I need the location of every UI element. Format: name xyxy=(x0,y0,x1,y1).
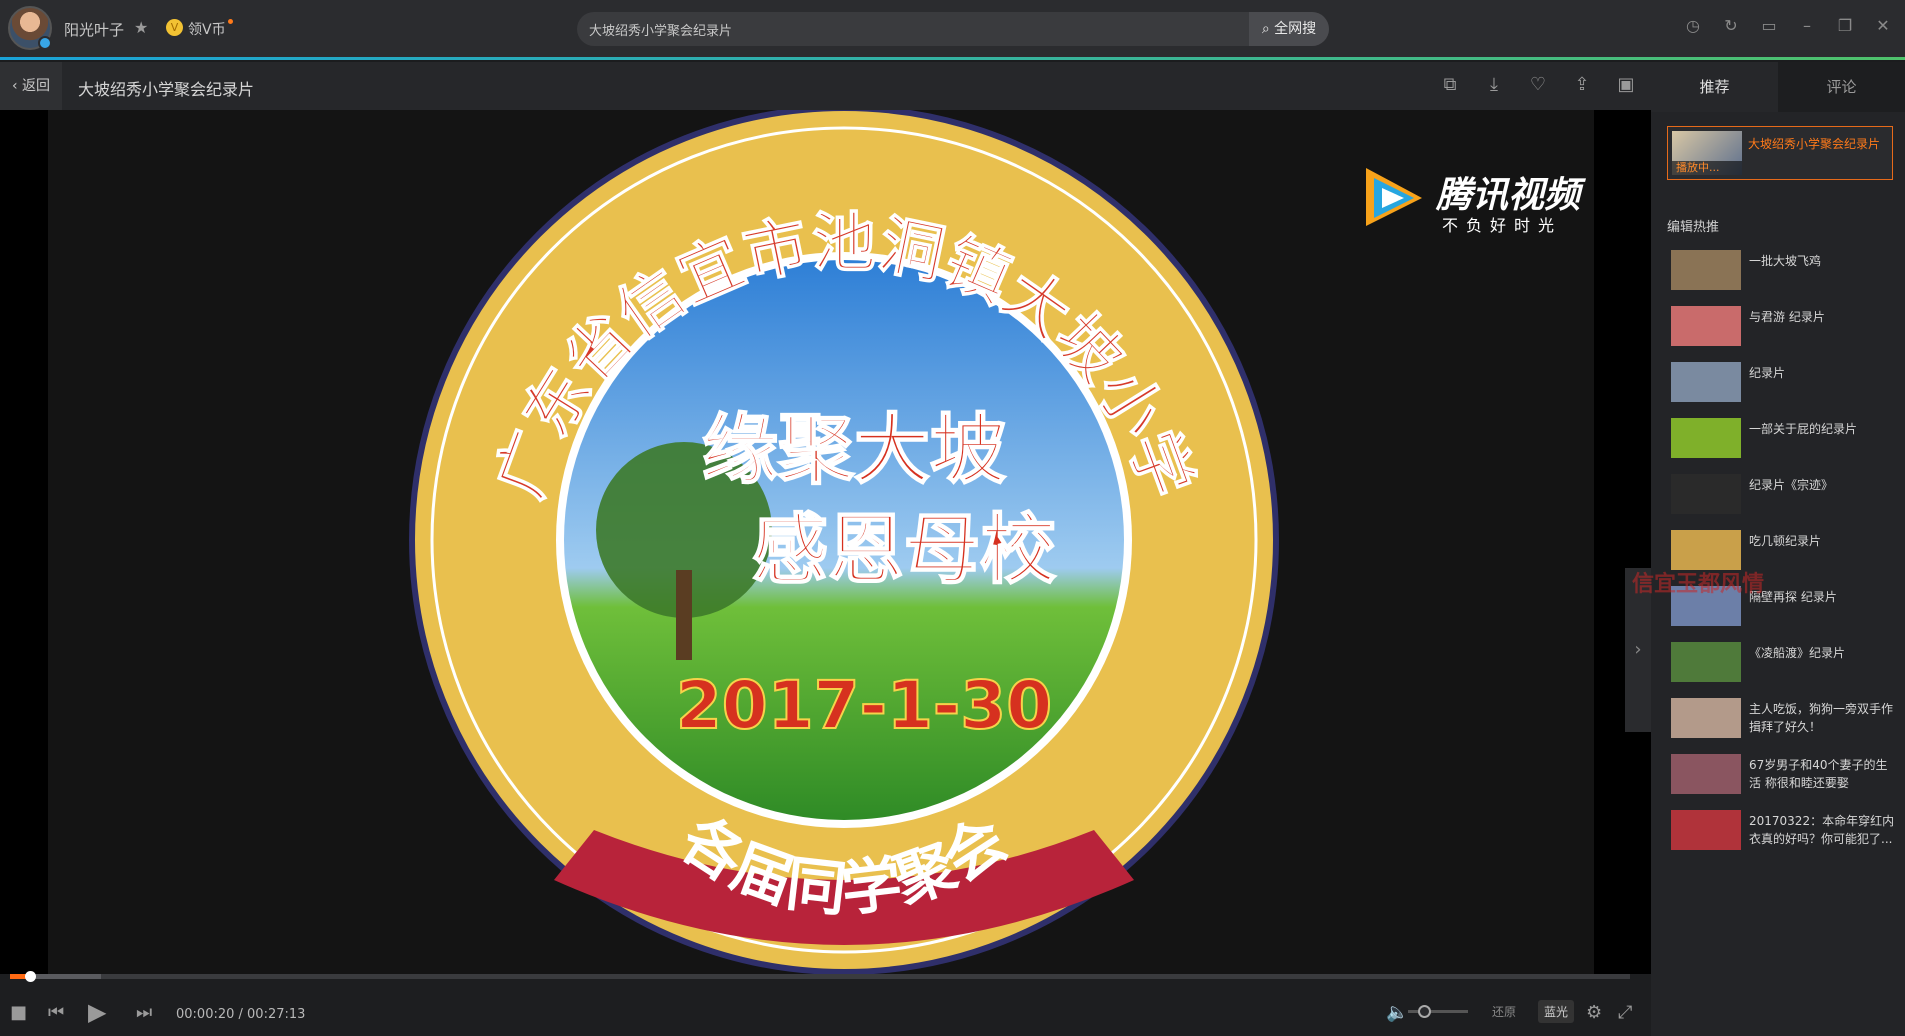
volume-slider[interactable] xyxy=(1408,1005,1468,1018)
back-button[interactable]: ‹ 返回 xyxy=(0,62,62,110)
close-icon[interactable]: ✕ xyxy=(1873,16,1893,40)
title-bar: ‹ 返回 大坡绍秀小学聚会纪录片 ⧉ ⤓ ♡ ⇪ ▣ xyxy=(0,62,1651,110)
list-item-label: 《凌船渡》纪录片 xyxy=(1749,646,1846,660)
list-item-thumbnail xyxy=(1671,642,1741,682)
search-input[interactable] xyxy=(589,18,1189,40)
video-player[interactable]: 广东省信宜市池洞镇大坡小学 缘聚大坡 感恩母校 2017-1-30 各届同学聚会… xyxy=(0,110,1651,974)
username[interactable]: 阳光叶子 xyxy=(64,19,124,40)
now-playing-title: 大坡绍秀小学聚会纪录片 xyxy=(1748,137,1881,151)
search-button[interactable]: ⌕ 全网搜 xyxy=(1249,12,1329,46)
emblem-line2: 感恩母校 xyxy=(752,505,1056,594)
list-item[interactable]: 主人吃饭，狗狗一旁双手作揖拜了好久！ xyxy=(1671,698,1901,754)
list-item-label: 一批大坡飞鸡 xyxy=(1749,254,1822,268)
time-display: 00:00:20 / 00:27:13 xyxy=(176,1007,306,1022)
next-icon[interactable]: ⏭ xyxy=(136,1002,152,1023)
download-icon[interactable]: ⤓ xyxy=(1483,74,1505,96)
recommend-list: 一批大坡飞鸡 与君游 纪录片 纪录片一部关于屁的纪录片 纪录片《宗迹》 吃几顿纪录片隔壁… xyxy=(1671,250,1901,866)
chevron-left-icon: ‹ xyxy=(11,78,18,94)
list-item-label: 与君游 纪录片 xyxy=(1749,310,1825,324)
window-controls: ◷ ↻ ▭ – ❐ ✕ xyxy=(1683,16,1905,40)
list-item[interactable]: 一部关于屁的纪录片 xyxy=(1671,418,1901,474)
now-playing-item[interactable]: 播放中... 大坡绍秀小学聚会纪录片 xyxy=(1667,126,1893,180)
accent-line xyxy=(0,57,1905,60)
list-item-label: 一部关于屁的纪录片 xyxy=(1749,422,1858,436)
list-item-label: 纪录片《宗迹》 xyxy=(1749,478,1834,492)
share-icon[interactable]: ⇪ xyxy=(1571,74,1593,96)
list-item-thumbnail xyxy=(1671,754,1741,794)
list-item[interactable]: 与君游 纪录片 xyxy=(1671,306,1901,362)
notification-dot xyxy=(228,19,233,24)
fullscreen-icon[interactable]: ⤢ xyxy=(1618,1002,1632,1023)
refresh-icon[interactable]: ↻ xyxy=(1721,16,1741,40)
search-button-label: 全网搜 xyxy=(1274,21,1317,37)
list-item-thumbnail xyxy=(1671,530,1741,570)
list-item[interactable]: 《凌船渡》纪录片 xyxy=(1671,642,1901,698)
online-badge xyxy=(38,36,52,50)
minimize-icon[interactable]: – xyxy=(1797,16,1817,40)
avatar[interactable] xyxy=(8,6,52,50)
list-item-thumbnail xyxy=(1671,306,1741,346)
sidebar: 推荐 评论 播放中... 大坡绍秀小学聚会纪录片 编辑热推 一批大坡飞鸡 与君游 … xyxy=(1651,62,1905,1036)
emblem-date: 2017-1-30 xyxy=(676,667,1052,744)
search-box: ⌕ 全网搜 xyxy=(577,12,1329,46)
logo-brand: 腾讯视频 xyxy=(1436,175,1581,216)
list-item-thumbnail xyxy=(1671,418,1741,458)
screenshot-icon[interactable]: ⧉ xyxy=(1439,74,1461,96)
list-item-thumbnail xyxy=(1671,250,1741,290)
list-item-label: 隔壁再探 纪录片 xyxy=(1749,590,1837,604)
tencent-play-icon xyxy=(1366,168,1422,226)
previous-icon[interactable]: ⏮ xyxy=(48,1002,64,1023)
history-icon[interactable]: ◷ xyxy=(1683,16,1703,40)
sidebar-tabs: 推荐 评论 xyxy=(1651,62,1905,112)
volume-icon[interactable]: 🔈 xyxy=(1386,1002,1408,1023)
cast-icon[interactable]: ▣ xyxy=(1615,74,1637,96)
play-icon[interactable]: ▶ xyxy=(88,998,106,1026)
list-item-thumbnail xyxy=(1671,362,1741,402)
list-item-thumbnail xyxy=(1671,698,1741,738)
top-bar: 阳光叶子 ★ V 领V币 ⌕ 全网搜 ◷ ↻ ▭ – ❐ ✕ xyxy=(0,0,1905,60)
tab-recommend[interactable]: 推荐 xyxy=(1651,62,1778,112)
vip-icon[interactable]: ★ xyxy=(134,18,148,37)
list-item-thumbnail xyxy=(1671,474,1741,514)
tencent-video-logo: 腾讯视频 不负好时光 xyxy=(1358,162,1594,242)
video-frame[interactable]: 广东省信宜市池洞镇大坡小学 缘聚大坡 感恩母校 2017-1-30 各届同学聚会… xyxy=(48,110,1594,974)
quality-option-restore[interactable]: 还原 xyxy=(1486,1000,1522,1023)
quality-option-bluray[interactable]: 蓝光 xyxy=(1538,1000,1575,1023)
volume-knob[interactable] xyxy=(1418,1005,1431,1018)
list-item[interactable]: 纪录片《宗迹》 xyxy=(1671,474,1901,530)
favorite-icon[interactable]: ♡ xyxy=(1527,74,1549,96)
search-icon: ⌕ xyxy=(1261,21,1270,37)
school-emblem: 广东省信宜市池洞镇大坡小学 缘聚大坡 感恩母校 2017-1-30 各届同学聚会 xyxy=(409,110,1279,974)
list-item-label: 67岁男子和40个妻子的生活 称很和睦还要娶 xyxy=(1749,758,1888,790)
list-item-thumbnail xyxy=(1671,810,1741,850)
list-item[interactable]: 20170322：本命年穿红内衣真的好吗？你可能犯了... xyxy=(1671,810,1901,866)
video-player-app: 阳光叶子 ★ V 领V币 ⌕ 全网搜 ◷ ↻ ▭ – ❐ ✕ ‹ 返回 大坡绍秀… xyxy=(0,0,1905,1036)
watermark: 信宜玉都风情 xyxy=(1632,572,1765,597)
tab-comments[interactable]: 评论 xyxy=(1778,62,1905,112)
coin-icon: V xyxy=(166,19,183,36)
restore-icon[interactable]: ❐ xyxy=(1835,16,1855,40)
list-item-label: 吃几顿纪录片 xyxy=(1749,534,1822,548)
section-title: 编辑热推 xyxy=(1667,220,1720,235)
emblem-line1: 缘聚大坡 xyxy=(702,405,1006,494)
control-bar: ■ ⏮ ▶ ⏭ 00:00:20 / 00:27:13 🔈 还原 蓝光 ⚙ ⤢ xyxy=(0,971,1651,1036)
now-playing-badge: 播放中... xyxy=(1672,161,1742,175)
list-item[interactable]: 67岁男子和40个妻子的生活 称很和睦还要娶 xyxy=(1671,754,1901,810)
title-actions: ⧉ ⤓ ♡ ⇪ ▣ xyxy=(1439,74,1637,96)
settings-icon[interactable]: ⚙ xyxy=(1586,1002,1602,1023)
logo-slogan: 不负好时光 xyxy=(1442,216,1563,235)
list-item-label: 主人吃饭，狗狗一旁双手作揖拜了好久！ xyxy=(1749,702,1894,734)
list-item[interactable]: 纪录片 xyxy=(1671,362,1901,418)
video-title: 大坡绍秀小学聚会纪录片 xyxy=(78,80,255,99)
mini-mode-icon[interactable]: ▭ xyxy=(1759,16,1779,40)
list-item[interactable]: 一批大坡飞鸡 xyxy=(1671,250,1901,306)
tree-trunk xyxy=(676,570,692,660)
stop-icon[interactable]: ■ xyxy=(10,1002,27,1023)
list-item-label: 20170322：本命年穿红内衣真的好吗？你可能犯了... xyxy=(1749,814,1895,846)
back-label: 返回 xyxy=(22,78,51,94)
list-item-label: 纪录片 xyxy=(1749,366,1786,380)
progress-bar[interactable] xyxy=(10,971,1630,982)
progress-knob[interactable] xyxy=(24,971,36,982)
coin-label[interactable]: 领V币 xyxy=(188,19,226,39)
